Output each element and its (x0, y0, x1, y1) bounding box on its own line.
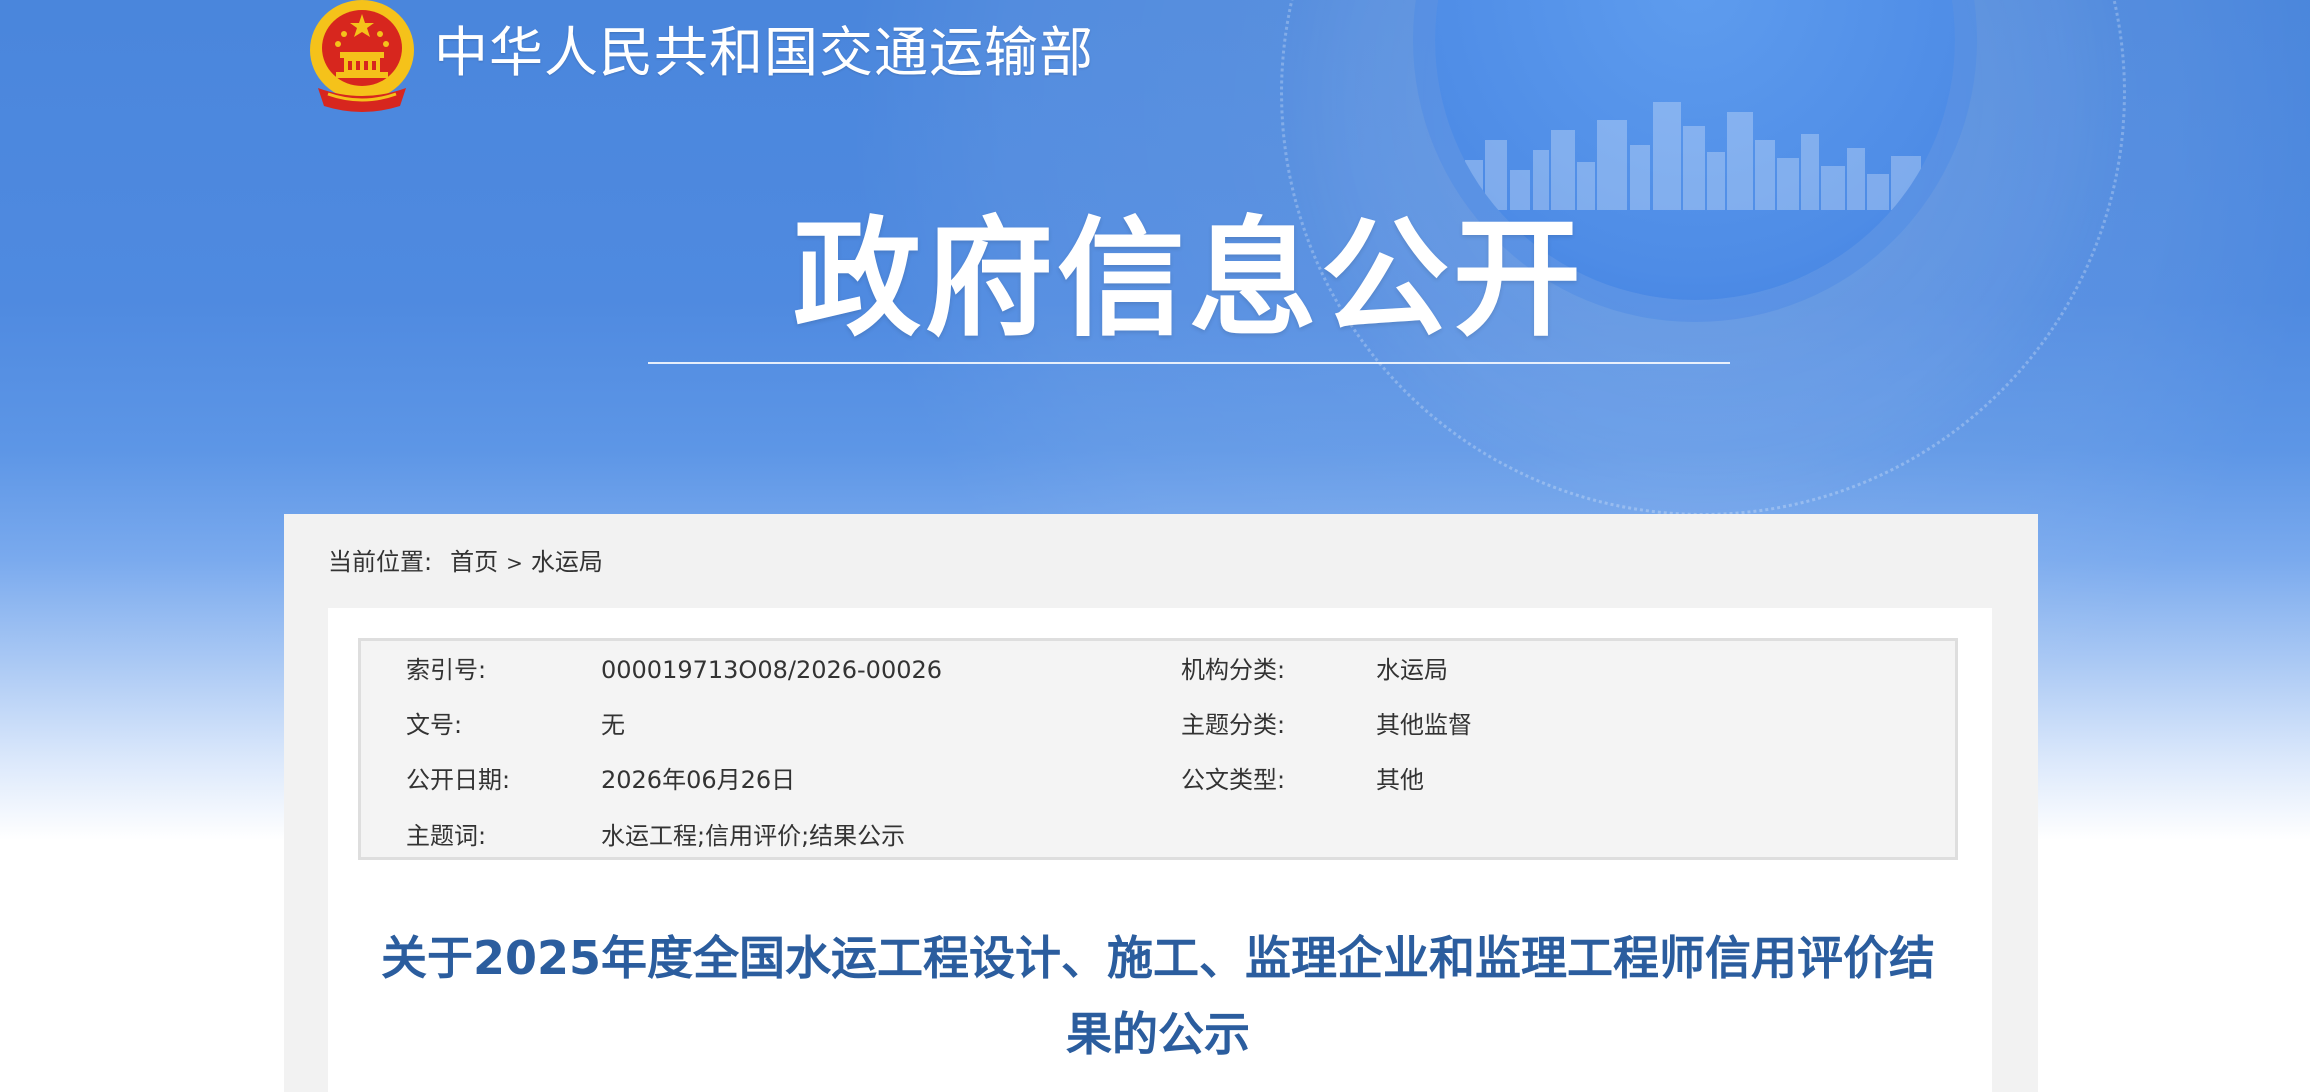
publish-date-label: 公开日期: (406, 766, 511, 794)
breadcrumb-separator: > (506, 551, 523, 575)
metadata-row: 文号: 无 主题分类: 其他监督 (361, 705, 1955, 745)
document-metadata-table: 索引号: 000019713O08/2026-00026 机构分类: 水运局 文… (358, 638, 1958, 860)
document-container: 索引号: 000019713O08/2026-00026 机构分类: 水运局 文… (328, 608, 1992, 1092)
publish-date-value: 2026年06月26日 (601, 766, 796, 794)
doc-no-label: 文号: (406, 711, 463, 739)
banner-title: 政府信息公开 (792, 205, 1585, 354)
metadata-row: 主题词: 水运工程;信用评价;结果公示 (361, 816, 1955, 856)
breadcrumb-prefix: 当前位置: (328, 548, 433, 576)
org-category-label: 机构分类: (1181, 656, 1286, 684)
breadcrumb: 当前位置: 首页 > 水运局 (328, 544, 603, 581)
index-no-value: 000019713O08/2026-00026 (601, 656, 943, 684)
topic-category-value: 其他监督 (1376, 711, 1472, 739)
keywords-value: 水运工程;信用评价;结果公示 (601, 822, 906, 850)
breadcrumb-water-transport-link[interactable]: 水运局 (531, 548, 603, 576)
banner-divider (648, 362, 1730, 364)
metadata-row: 索引号: 000019713O08/2026-00026 机构分类: 水运局 (361, 650, 1955, 690)
breadcrumb-home-link[interactable]: 首页 (450, 548, 498, 576)
metadata-row: 公开日期: 2026年06月26日 公文类型: 其他 (361, 760, 1955, 800)
content-panel: 当前位置: 首页 > 水运局 索引号: 000019713O08/2026-00026… (284, 514, 2038, 1092)
doc-type-label: 公文类型: (1181, 766, 1286, 794)
city-skyline-graphic (1465, 102, 1921, 210)
ministry-name: 中华人民共和国交通运输部 (434, 21, 1094, 84)
national-emblem-icon (310, 0, 414, 112)
keywords-label: 主题词: (406, 822, 487, 850)
doc-type-value: 其他 (1376, 766, 1424, 794)
topic-category-label: 主题分类: (1181, 711, 1286, 739)
doc-no-value: 无 (601, 711, 625, 739)
document-title: 关于2025年度全国水运工程设计、施工、监理企业和监理工程师信用评价结果的公示 (380, 931, 1936, 1061)
index-no-label: 索引号: (406, 656, 487, 684)
org-category-value: 水运局 (1376, 656, 1448, 684)
